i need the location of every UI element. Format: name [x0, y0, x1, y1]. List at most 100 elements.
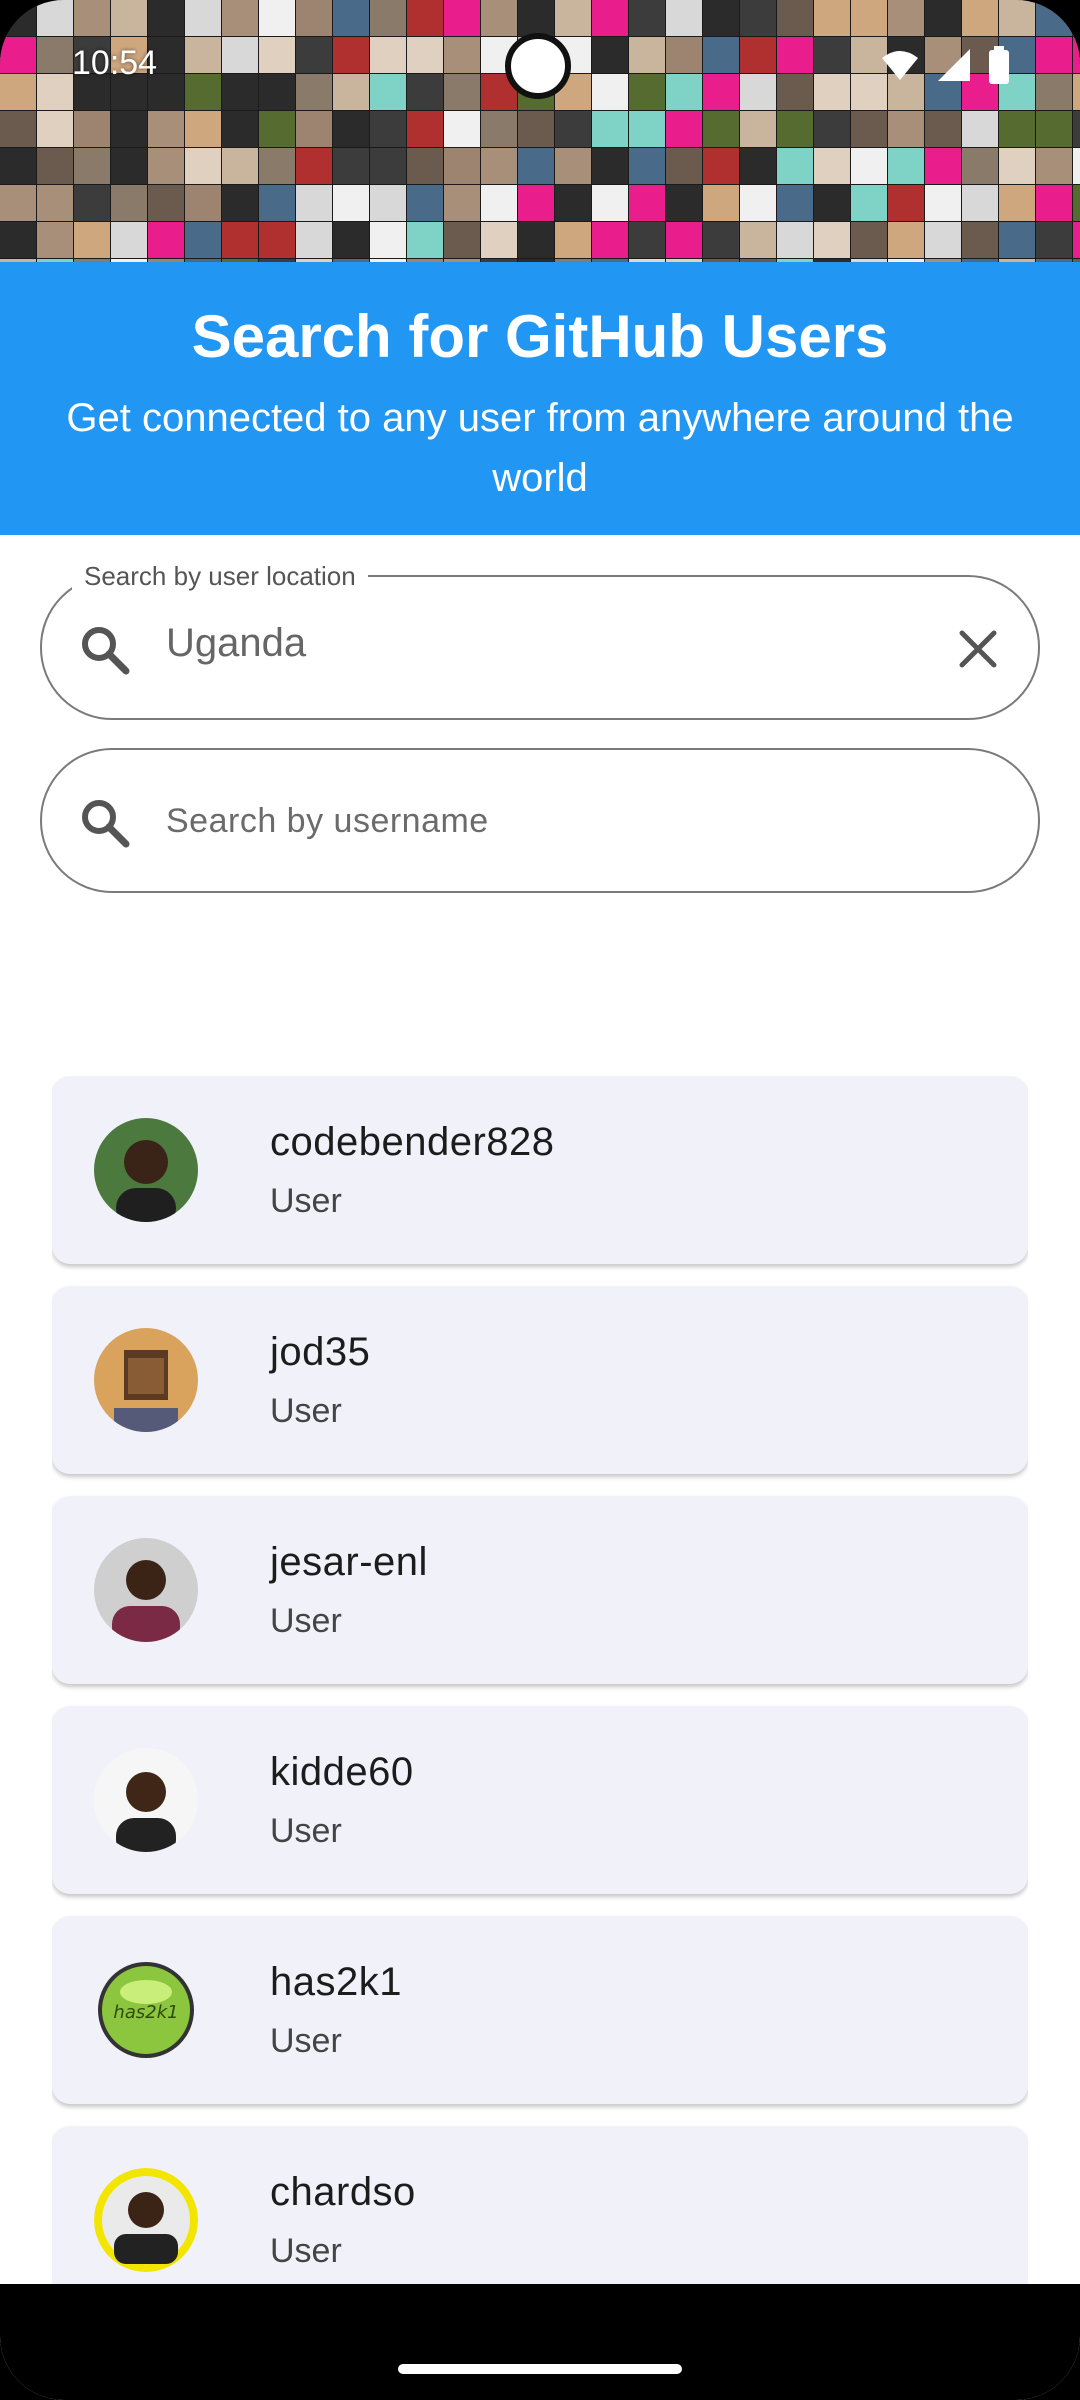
mosaic-tile: [592, 185, 628, 221]
phone-screen: 10:54 Search for GitHub Users Get connec…: [0, 0, 1080, 2400]
mosaic-tile: [555, 148, 591, 184]
mosaic-tile: [222, 222, 258, 258]
mosaic-tile: [222, 185, 258, 221]
mosaic-tile: [1036, 185, 1072, 221]
avatar: [94, 1118, 198, 1222]
mosaic-tile: [74, 148, 110, 184]
mosaic-tile: [555, 222, 591, 258]
mosaic-tile: [185, 185, 221, 221]
user-type: User: [270, 1812, 342, 1850]
mosaic-tile: [111, 185, 147, 221]
mosaic-tile: [0, 148, 36, 184]
mosaic-tile: [74, 185, 110, 221]
user-card[interactable]: jod35 User: [52, 1286, 1028, 1474]
mosaic-tile: [333, 148, 369, 184]
mosaic-tile: [259, 148, 295, 184]
mosaic-tile: [1036, 148, 1072, 184]
user-type: User: [270, 2022, 342, 2060]
status-icons: [880, 46, 1010, 84]
user-card[interactable]: codebender828 User: [52, 1076, 1028, 1264]
mosaic-tile: [777, 222, 813, 258]
mosaic-tile: [407, 222, 443, 258]
mosaic-tile: [296, 222, 332, 258]
mosaic-tile: [1073, 148, 1080, 184]
user-type: User: [270, 2232, 342, 2270]
mosaic-tile: [481, 148, 517, 184]
username: kidde60: [270, 1750, 414, 1794]
avatar: [94, 2168, 198, 2272]
mosaic-tile: [925, 148, 961, 184]
mosaic-tile: [740, 222, 776, 258]
mosaic-tile: [888, 185, 924, 221]
mosaic-tile: [518, 185, 554, 221]
mosaic-tile: [74, 222, 110, 258]
avatar: [94, 1328, 198, 1432]
mosaic-tile: [999, 222, 1035, 258]
status-time: 10:54: [72, 44, 158, 82]
mosaic-tile: [703, 148, 739, 184]
user-card[interactable]: has2k1 has2k1 User: [52, 1916, 1028, 2104]
mosaic-tile: [370, 185, 406, 221]
user-type: User: [270, 1392, 342, 1430]
mosaic-tile: [259, 222, 295, 258]
username: jesar-enl: [270, 1540, 428, 1584]
mosaic-tile: [37, 148, 73, 184]
user-card[interactable]: jesar-enl User: [52, 1496, 1028, 1684]
mosaic-tile: [1073, 185, 1080, 221]
username: has2k1: [270, 1960, 402, 2004]
mosaic-tile: [111, 222, 147, 258]
mosaic-tile: [629, 185, 665, 221]
mosaic-tile: [148, 222, 184, 258]
mosaic-tile: [518, 222, 554, 258]
location-search-label: Search by user location: [72, 561, 368, 592]
username: jod35: [270, 1330, 371, 1374]
page-title: Search for GitHub Users: [191, 303, 889, 370]
avatar: [94, 1748, 198, 1852]
mosaic-tile: [814, 148, 850, 184]
page-subtitle: Get connected to any user from anywhere …: [66, 396, 1014, 500]
mosaic-tile: [592, 222, 628, 258]
user-results-list[interactable]: codebender828 User jod35 User jesar-enl …: [52, 1076, 1028, 2284]
search-icon: [82, 800, 130, 848]
mosaic-tile: [703, 185, 739, 221]
mosaic-tile: [888, 148, 924, 184]
mosaic-tile: [999, 185, 1035, 221]
mosaic-tile: [999, 148, 1035, 184]
search-icon: [82, 627, 130, 675]
mosaic-tile: [888, 222, 924, 258]
mosaic-tile: [851, 148, 887, 184]
mosaic-tile: [185, 222, 221, 258]
mosaic-tile: [962, 185, 998, 221]
user-card[interactable]: chardso User: [52, 2126, 1028, 2284]
mosaic-tile: [259, 185, 295, 221]
username-search-placeholder: Search by username: [166, 802, 489, 840]
user-card[interactable]: kidde60 User: [52, 1706, 1028, 1894]
username: chardso: [270, 2170, 416, 2214]
svg-text:has2k1: has2k1: [113, 2002, 178, 2023]
username-search-input[interactable]: Search by username: [40, 748, 1040, 893]
mosaic-tile: [407, 185, 443, 221]
mosaic-tile: [481, 222, 517, 258]
mosaic-tile: [555, 185, 591, 221]
username: codebender828: [270, 1120, 555, 1164]
mosaic-tile: [814, 222, 850, 258]
close-icon[interactable]: [954, 625, 1002, 673]
user-type: User: [270, 1602, 342, 1640]
navigation-bar: [0, 2284, 1080, 2400]
mosaic-tile: [740, 148, 776, 184]
user-type: User: [270, 1182, 342, 1220]
mosaic-tile: [444, 148, 480, 184]
location-search-input[interactable]: Search by user location Uganda: [40, 561, 1040, 720]
status-bar: 10:54: [0, 0, 1080, 130]
home-indicator[interactable]: [398, 2364, 682, 2374]
mosaic-tile: [1036, 222, 1072, 258]
avatar: has2k1: [94, 1958, 198, 2062]
mosaic-tile: [740, 185, 776, 221]
avatar: [94, 1538, 198, 1642]
mosaic-tile: [222, 148, 258, 184]
location-search-value: Uganda: [166, 621, 307, 665]
mosaic-tile: [777, 148, 813, 184]
mosaic-tile: [407, 148, 443, 184]
mosaic-tile: [370, 222, 406, 258]
mosaic-tile: [444, 185, 480, 221]
